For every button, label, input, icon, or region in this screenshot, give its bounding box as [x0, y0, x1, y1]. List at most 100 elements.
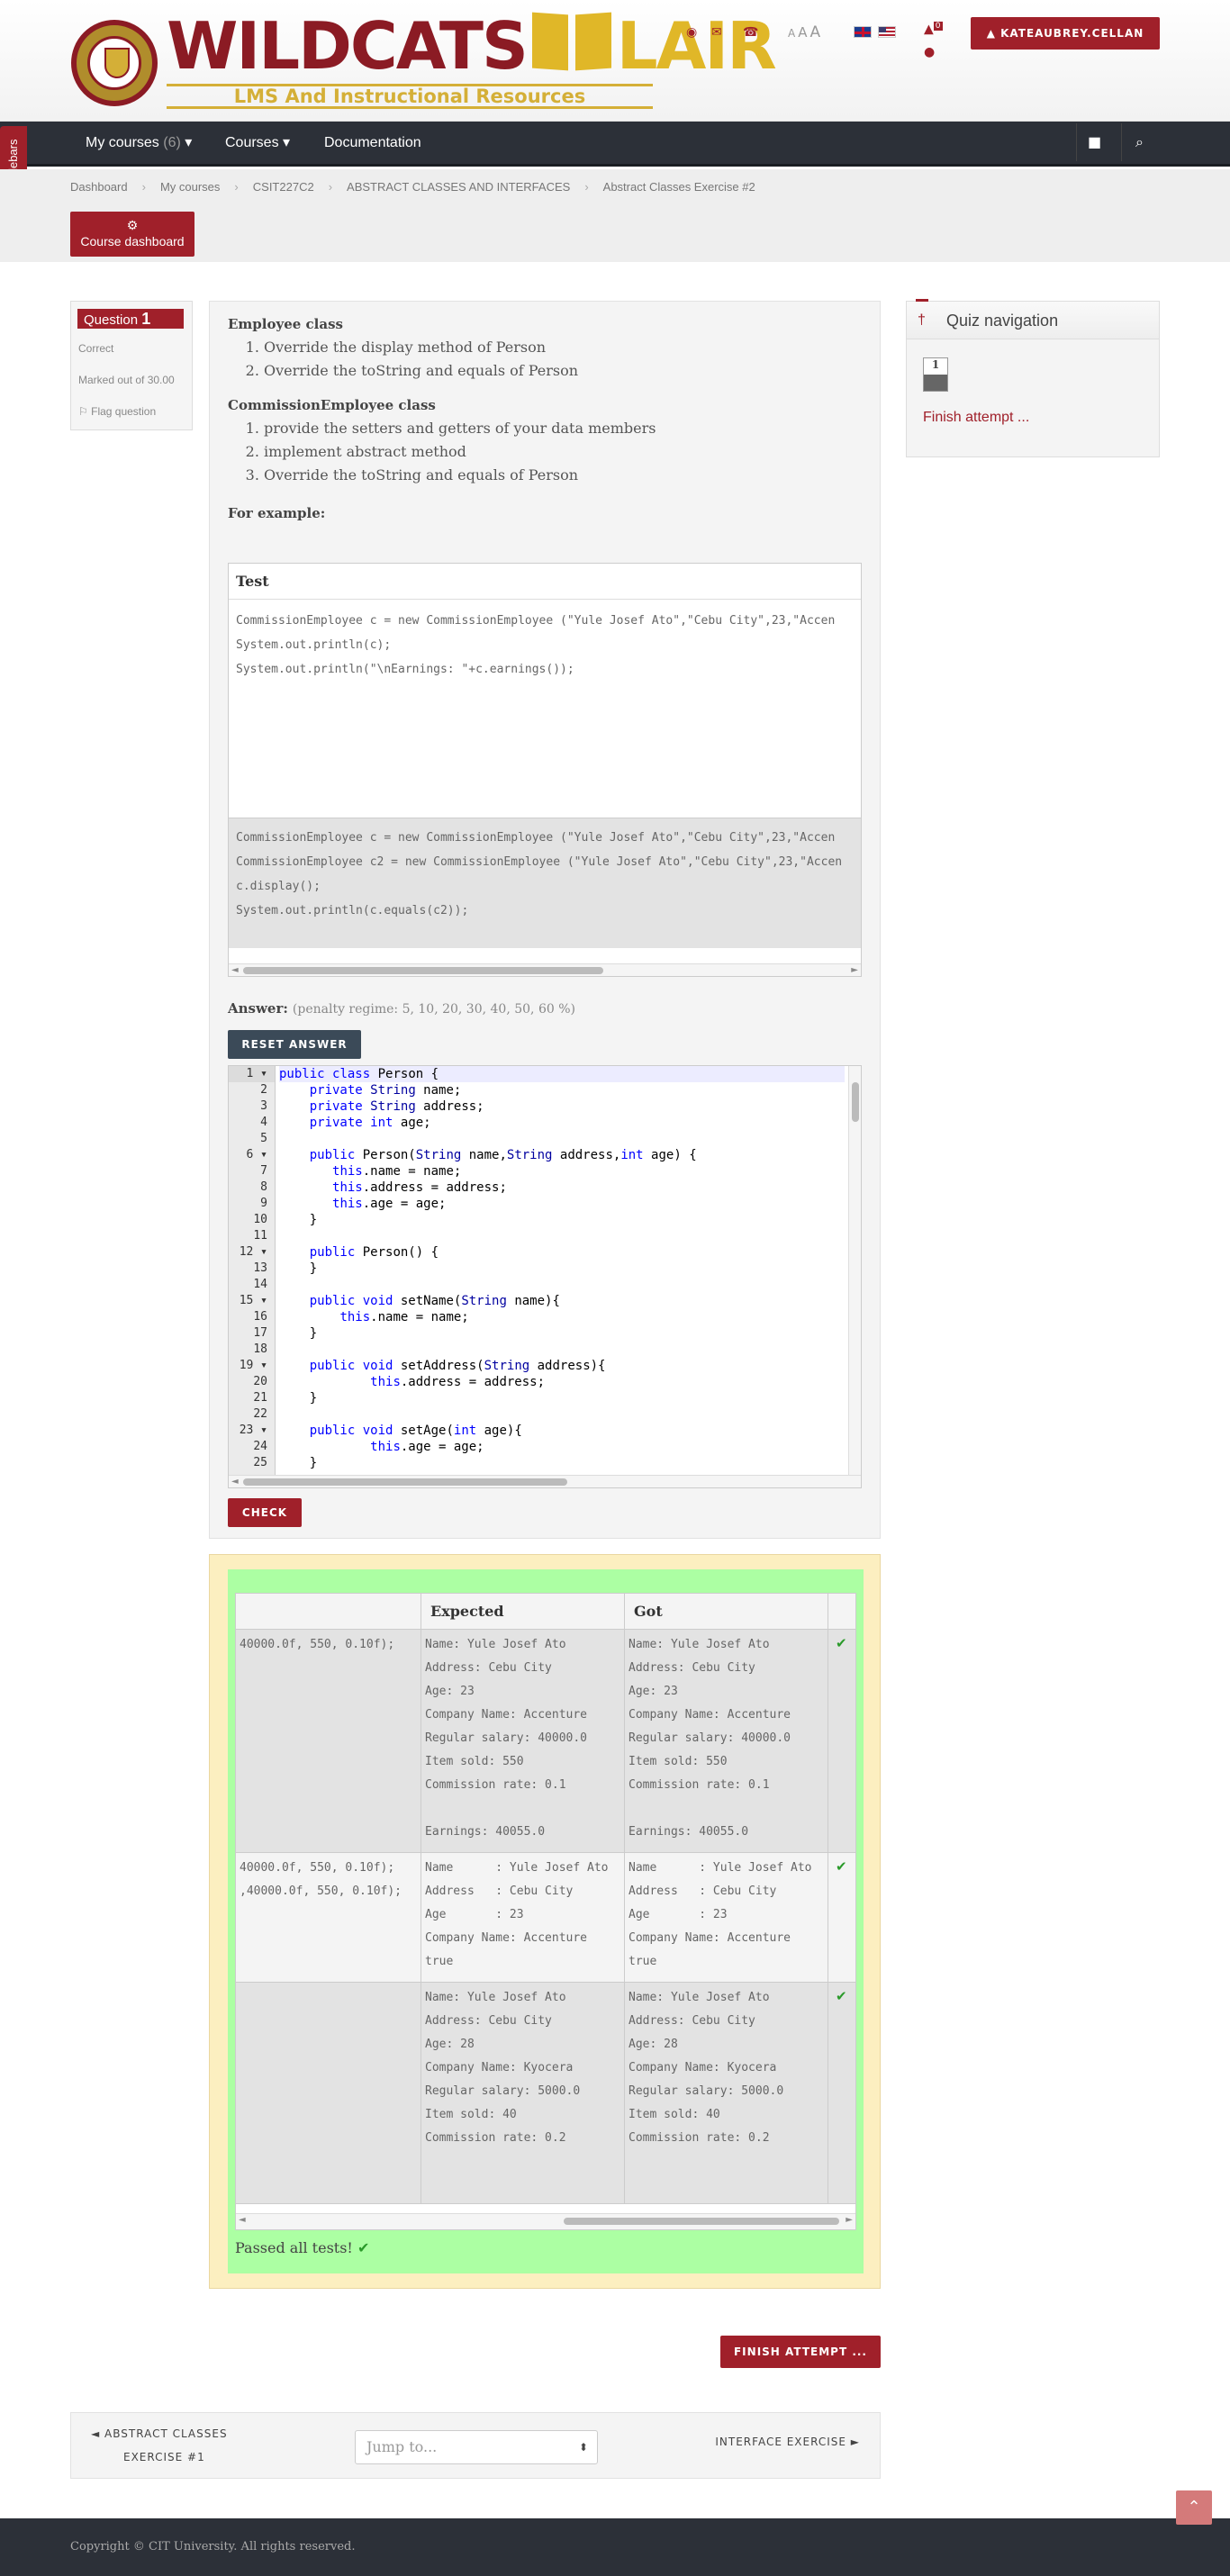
- breadcrumb-activity[interactable]: Abstract Classes Exercise #2: [603, 180, 755, 194]
- site-header: WILDCATS LAIR LMS And Instructional Resou…: [0, 0, 1230, 122]
- question-info-panel: Question 1 Correct Marked out of 30.00 ⚐…: [70, 301, 193, 430]
- code-line[interactable]: this.address = address;: [279, 1374, 845, 1390]
- code-line[interactable]: }: [279, 1325, 845, 1342]
- site-logo[interactable]: WILDCATS LAIR: [167, 14, 777, 78]
- nav-documentation[interactable]: Documentation: [324, 122, 421, 164]
- code-line[interactable]: [279, 1342, 845, 1358]
- code-area[interactable]: public class Person { private String nam…: [279, 1066, 845, 1476]
- check-button[interactable]: CHECK: [228, 1498, 302, 1527]
- previous-activity-line1: ◄ ABSTRACT CLASSES: [91, 2427, 228, 2440]
- code-line[interactable]: this.age = age;: [279, 1196, 845, 1212]
- code-line[interactable]: }: [279, 1455, 845, 1471]
- code-line[interactable]: public class Person {: [279, 1066, 845, 1082]
- finish-attempt-button[interactable]: FINISH ATTEMPT ...: [720, 2336, 881, 2368]
- line-number: 10: [253, 1213, 267, 1226]
- horizontal-scrollbar[interactable]: ◄ ►: [229, 963, 861, 976]
- employee-class-heading: Employee class: [228, 316, 343, 332]
- envelope-icon[interactable]: ✉: [711, 25, 722, 40]
- code-line[interactable]: public void setAge(int age){: [279, 1423, 845, 1439]
- us-flag-icon[interactable]: [878, 26, 896, 38]
- course-dashboard-button[interactable]: ⚙ Course dashboard: [70, 212, 194, 257]
- passed-all-tests: Passed all tests! ✔: [235, 2239, 369, 2256]
- code-line[interactable]: [279, 1277, 845, 1293]
- course-dashboard-label: Course dashboard: [80, 234, 185, 249]
- code-line[interactable]: this.age = age;: [279, 1439, 845, 1455]
- scrollbar-thumb[interactable]: [852, 1082, 859, 1122]
- example-heading: For example:: [228, 505, 326, 521]
- line-number: 5: [260, 1132, 267, 1145]
- phone-icon[interactable]: ☎: [743, 25, 758, 40]
- map-marker-icon[interactable]: ◉: [686, 25, 697, 40]
- line-number: 13: [253, 1261, 267, 1275]
- flag-question-link[interactable]: ⚐ Flag question: [78, 405, 156, 418]
- check-icon: ✔: [357, 2239, 370, 2256]
- scrollbar-thumb[interactable]: [564, 2218, 839, 2225]
- bell-icon[interactable]: ▲ 0: [924, 22, 943, 37]
- breadcrumb-section[interactable]: ABSTRACT CLASSES AND INTERFACES: [347, 180, 570, 194]
- university-seal-logo[interactable]: [71, 20, 158, 106]
- scroll-right-icon[interactable]: ►: [846, 2214, 853, 2227]
- line-number: 1 ▾: [229, 1066, 275, 1082]
- scrollbar-thumb[interactable]: [243, 967, 603, 974]
- code-line[interactable]: this.address = address;: [279, 1180, 845, 1196]
- code-line[interactable]: [279, 1406, 845, 1423]
- vertical-scrollbar[interactable]: [848, 1066, 861, 1476]
- code-line[interactable]: }: [279, 1390, 845, 1406]
- previous-activity-link[interactable]: ◄ ABSTRACT CLASSES EXERCISE #1: [91, 2422, 228, 2469]
- comment-icon[interactable]: ●: [924, 45, 935, 59]
- code-editor[interactable]: 1 ▾ 2 3 4 5 6 ▾ 7 8 9 10 11 12 ▾ 13 14 15 ▾ 16 17 18 19 ▾ 2…: [228, 1065, 862, 1488]
- question-number-value: 1: [141, 310, 151, 328]
- check-icon: ✔: [836, 1858, 847, 1875]
- line-number: 24: [253, 1440, 267, 1453]
- code-line[interactable]: public void setName(String name){: [279, 1293, 845, 1309]
- search-icon[interactable]: ⌕: [1121, 123, 1157, 161]
- column-divider: [625, 1594, 828, 2204]
- user-menu-button[interactable]: ▲ KATEAUBREY.CELLAN: [971, 17, 1160, 50]
- code-line[interactable]: private String address;: [279, 1098, 845, 1115]
- code-line[interactable]: public void setAddress(String address){: [279, 1358, 845, 1374]
- back-to-top-button[interactable]: ⌃: [1176, 2490, 1212, 2525]
- breadcrumb-my-courses[interactable]: My courses: [160, 180, 220, 194]
- nav-my-courses[interactable]: My courses (6) ▾: [86, 122, 192, 164]
- code-line[interactable]: [279, 1131, 845, 1147]
- line-number: 22: [253, 1407, 267, 1421]
- code-line[interactable]: }: [279, 1261, 845, 1277]
- line-number: 14: [253, 1278, 267, 1291]
- breadcrumb-dashboard[interactable]: Dashboard: [70, 180, 128, 194]
- line-number: 18: [253, 1342, 267, 1356]
- list-item: Override the toString and equals of Pers…: [264, 464, 656, 487]
- user-name: KATEAUBREY.CELLAN: [1000, 27, 1144, 40]
- code-line[interactable]: [279, 1228, 845, 1244]
- line-number-gutter: 1 ▾ 2 3 4 5 6 ▾ 7 8 9 10 11 12 ▾ 13 14 15 ▾ 16 17 18 19 ▾ 2…: [229, 1066, 276, 1476]
- code-line[interactable]: public Person() {: [279, 1244, 845, 1261]
- user-icon: ▲: [986, 27, 1001, 40]
- code-line[interactable]: private int age;: [279, 1115, 845, 1131]
- code-line[interactable]: private String name;: [279, 1082, 845, 1098]
- code-line[interactable]: public Person(String name,String address…: [279, 1147, 845, 1163]
- bookmark-icon[interactable]: ■: [1076, 123, 1112, 161]
- answer-label: Answer:: [228, 1000, 288, 1017]
- question-state: Correct: [78, 342, 114, 355]
- code-line[interactable]: }: [279, 1212, 845, 1228]
- horizontal-scrollbar[interactable]: ◄ ►: [236, 2213, 855, 2229]
- breadcrumb-course[interactable]: CSIT227C2: [253, 180, 314, 194]
- next-activity-link[interactable]: INTERFACE EXERCISE ►: [715, 2436, 860, 2448]
- font-size-small[interactable]: A: [788, 27, 795, 40]
- code-line[interactable]: this.name = name;: [279, 1309, 845, 1325]
- uk-flag-icon[interactable]: [854, 26, 872, 38]
- horizontal-scrollbar[interactable]: ◄: [229, 1475, 861, 1487]
- scroll-left-icon[interactable]: ◄: [239, 2214, 246, 2227]
- finish-attempt-link[interactable]: Finish attempt ...: [923, 410, 1029, 426]
- scroll-left-icon[interactable]: ◄: [231, 1476, 239, 1487]
- scroll-left-icon[interactable]: ◄: [231, 964, 239, 976]
- font-size-large[interactable]: A: [809, 23, 820, 41]
- notification-count: 0: [933, 22, 943, 31]
- nav-courses[interactable]: Courses ▾: [225, 122, 290, 164]
- scrollbar-thumb[interactable]: [243, 1478, 567, 1486]
- scroll-right-icon[interactable]: ►: [851, 964, 858, 976]
- font-size-medium[interactable]: A: [798, 24, 807, 41]
- reset-answer-button[interactable]: RESET ANSWER: [228, 1030, 361, 1059]
- quiz-question-button[interactable]: 1: [923, 357, 948, 392]
- code-line[interactable]: this.name = name;: [279, 1163, 845, 1180]
- jump-to-select[interactable]: Jump to... ⬍: [355, 2430, 598, 2464]
